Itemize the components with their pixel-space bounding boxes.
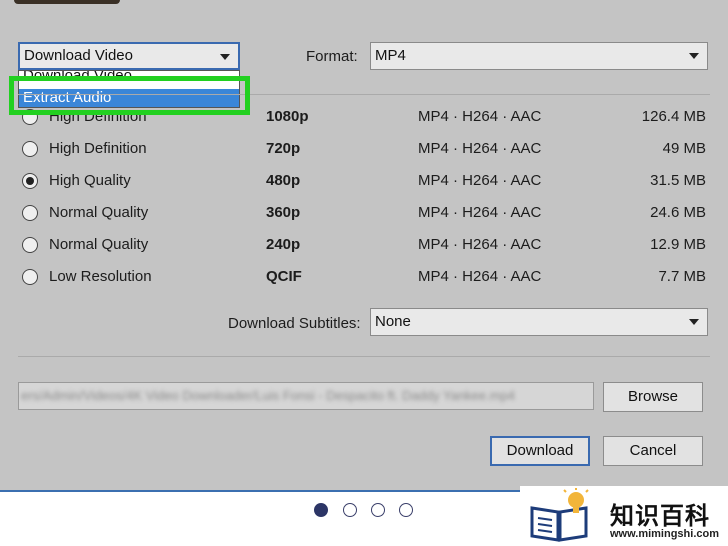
video-thumbnail xyxy=(14,0,120,4)
quality-name: Normal Quality xyxy=(49,236,149,253)
download-button[interactable]: Download xyxy=(490,436,590,466)
page-dot-3[interactable] xyxy=(371,503,385,517)
page-dot-1[interactable] xyxy=(314,503,328,517)
quality-size: 7.7 MB xyxy=(658,268,706,285)
cancel-button[interactable]: Cancel xyxy=(603,436,703,466)
quality-option-row[interactable]: Normal Quality 240p MP4 · H264 · AAC 12.9 M… xyxy=(22,234,712,258)
subtitles-select[interactable]: None xyxy=(370,308,708,336)
format-label: Format: xyxy=(306,48,358,65)
subtitles-label: Download Subtitles: xyxy=(228,315,361,332)
quality-codec: MP4 · H264 · AAC xyxy=(418,108,542,125)
save-path-input[interactable]: ers/Admin/Videos/4K Video Downloader/Lui… xyxy=(18,382,594,410)
subtitles-value: None xyxy=(375,313,411,330)
quality-name: Low Resolution xyxy=(49,268,152,285)
browse-button[interactable]: Browse xyxy=(603,382,703,412)
quality-resolution: 1080p xyxy=(266,108,309,125)
quality-size: 49 MB xyxy=(662,140,706,157)
save-path-value: ers/Admin/Videos/4K Video Downloader/Lui… xyxy=(21,388,516,403)
book-lightbulb-icon xyxy=(530,488,589,542)
quality-radio[interactable] xyxy=(22,237,38,253)
download-mode-select[interactable]: Download Video xyxy=(18,42,240,70)
divider xyxy=(18,356,710,357)
quality-size: 126.4 MB xyxy=(641,108,706,125)
chevron-down-icon xyxy=(689,319,699,325)
quality-radio[interactable] xyxy=(22,173,38,189)
download-mode-value: Download Video xyxy=(24,47,133,64)
quality-codec: MP4 · H264 · AAC xyxy=(418,172,542,189)
quality-option-row[interactable]: High Quality 480p MP4 · H264 · AAC 31.5 MB xyxy=(22,170,712,194)
quality-name: High Quality xyxy=(49,172,131,189)
quality-radio[interactable] xyxy=(22,205,38,221)
quality-option-row[interactable]: Normal Quality 360p MP4 · H264 · AAC 24.6 M… xyxy=(22,202,712,226)
quality-resolution: 480p xyxy=(266,172,301,189)
quality-size: 31.5 MB xyxy=(650,172,706,189)
quality-name: High Definition xyxy=(49,140,147,157)
page-dot-4[interactable] xyxy=(399,503,413,517)
quality-resolution: QCIF xyxy=(266,268,302,285)
chevron-down-icon xyxy=(220,54,230,60)
watermark-url: www.mimingshi.com xyxy=(610,528,719,540)
download-dialog: Download Video Download Video Extract Au… xyxy=(0,0,728,492)
watermark-text: 知识百科 xyxy=(610,503,710,530)
quality-size: 12.9 MB xyxy=(650,236,706,253)
quality-codec: MP4 · H264 · AAC xyxy=(418,140,542,157)
quality-radio[interactable] xyxy=(22,269,38,285)
page-dot-2[interactable] xyxy=(343,503,357,517)
format-select[interactable]: MP4 xyxy=(370,42,708,70)
quality-resolution: 720p xyxy=(266,140,301,157)
quality-name: Normal Quality xyxy=(49,204,149,221)
quality-resolution: 360p xyxy=(266,204,301,221)
quality-codec: MP4 · H264 · AAC xyxy=(418,236,542,253)
quality-codec: MP4 · H264 · AAC xyxy=(418,204,542,221)
quality-radio[interactable] xyxy=(22,141,38,157)
quality-option-row[interactable]: High Definition 720p MP4 · H264 · AAC 49 MB xyxy=(22,138,712,162)
quality-codec: MP4 · H264 · AAC xyxy=(418,268,542,285)
quality-resolution: 240p xyxy=(266,236,301,253)
watermark-logo: 知识百科 www.mimingshi.com xyxy=(520,486,728,546)
format-value: MP4 xyxy=(375,47,406,64)
chevron-down-icon xyxy=(689,53,699,59)
highlight-box xyxy=(9,76,250,115)
quality-size: 24.6 MB xyxy=(650,204,706,221)
quality-option-row[interactable]: Low Resolution QCIF MP4 · H264 · AAC 7.7 MB xyxy=(22,266,712,290)
